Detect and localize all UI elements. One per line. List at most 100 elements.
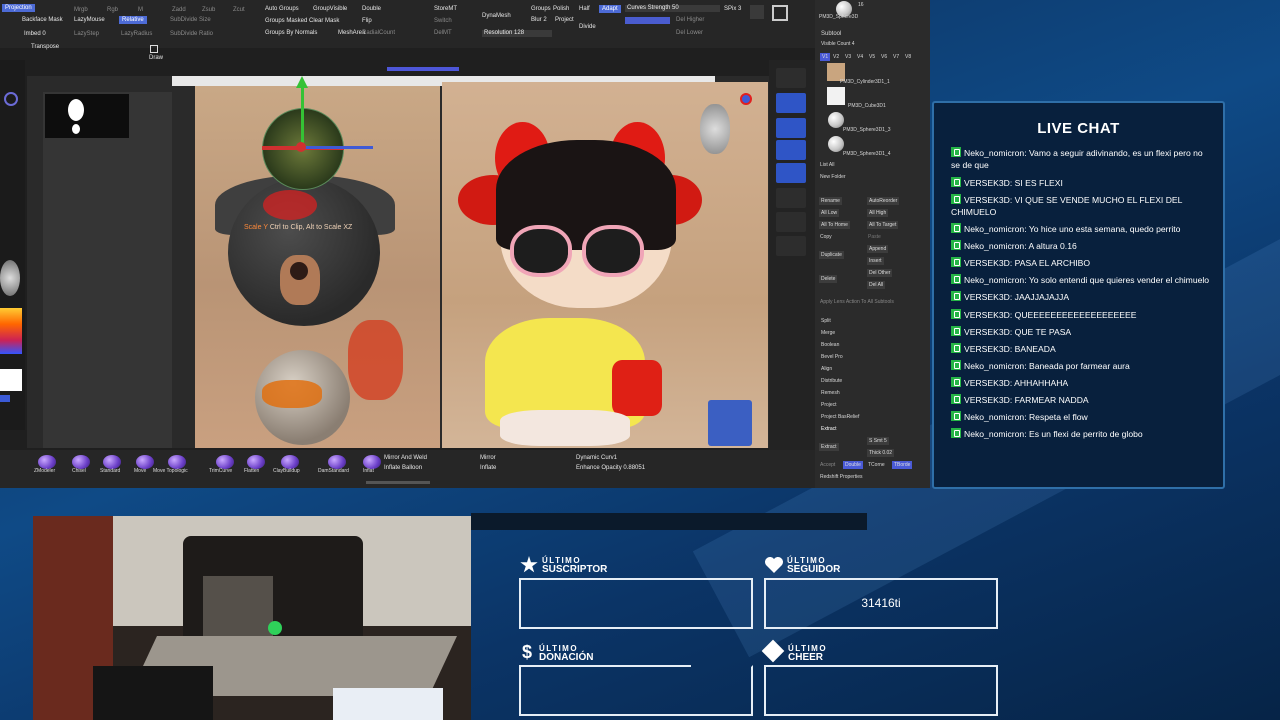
del-other-button[interactable]: Del Other	[867, 269, 893, 277]
section-merge[interactable]: Merge	[821, 330, 835, 336]
toolbar-polish[interactable]: Polish	[553, 6, 569, 12]
toolbar-transpose[interactable]: Transpose	[31, 44, 59, 50]
all-to-home-button[interactable]: All To Home	[819, 221, 850, 229]
toolbar-zsub[interactable]: Zsub	[202, 7, 215, 13]
toolbar-mrgb[interactable]: Mrgb	[74, 7, 88, 13]
chat-username[interactable]: VERSEK3D	[964, 310, 1010, 320]
rename-button[interactable]: Rename	[819, 197, 842, 205]
new-folder-button[interactable]: New Folder	[820, 174, 846, 180]
view-axis-gizmo-icon[interactable]	[740, 93, 752, 105]
move-view-icon[interactable]	[776, 93, 806, 113]
subtool-item-sphere-3[interactable]: PM3D_Sphere3D1_3	[843, 127, 891, 133]
toolbar-backface-mask[interactable]: Backface Mask	[22, 17, 63, 23]
enhance-opacity-slider[interactable]: Enhance Opacity 0.88051	[576, 465, 645, 471]
gizmo-green-axis[interactable]	[301, 80, 304, 150]
redshift-properties[interactable]: Redshift Properties	[820, 474, 863, 480]
chat-username[interactable]: VERSEK3D	[964, 258, 1010, 268]
brush-zmodeler-label[interactable]: ZModeler	[34, 468, 55, 474]
brush-trimcurve-icon[interactable]	[216, 455, 234, 469]
section-boolean[interactable]: Boolean	[821, 342, 839, 348]
brush-move-topologic-label[interactable]: Move Topologic	[153, 468, 188, 474]
brush-chisel-label[interactable]: Chisel	[72, 468, 86, 474]
toolbar-flip[interactable]: Flip	[362, 18, 372, 24]
rotate-view-icon[interactable]	[776, 163, 806, 183]
toolbar-groups-by-normals[interactable]: Groups By Normals	[265, 30, 317, 36]
brush-inflat-label[interactable]: Inflat	[363, 468, 374, 474]
toolbar-spix[interactable]: SPix 3	[724, 6, 741, 12]
material-preview[interactable]	[0, 260, 20, 296]
version-tab-v1[interactable]: V1	[820, 53, 831, 61]
brush-move-label[interactable]: Move	[134, 468, 146, 474]
toolbar-zcut[interactable]: Zcut	[233, 7, 245, 13]
version-tab-v6[interactable]: V6	[881, 54, 887, 60]
brush-flatten-icon[interactable]	[247, 455, 265, 469]
chat-username[interactable]: Neko_nomicron	[964, 148, 1024, 158]
toolbar-blur[interactable]: Blur 2	[531, 17, 547, 23]
brush-claybuildup-label[interactable]: ClayBuildup	[273, 468, 300, 474]
subtool-thumb-sphere-3[interactable]	[828, 112, 844, 128]
toolbar-adapt[interactable]: Adapt	[599, 5, 621, 13]
toolbar-half[interactable]: Half	[579, 6, 590, 12]
all-high-button[interactable]: All High	[867, 209, 889, 217]
version-tab-v4[interactable]: V4	[857, 54, 863, 60]
toolbar-radialcount[interactable]: RadialCount	[362, 30, 395, 36]
s-smt-slider[interactable]: S Smt 5	[867, 437, 889, 445]
chat-username[interactable]: VERSEK3D	[964, 195, 1010, 205]
toolbar-dynamesh[interactable]: DynaMesh	[482, 13, 511, 19]
toolbar-relative[interactable]: Relative	[119, 16, 147, 24]
toolbar-del-lower[interactable]: Del Lower	[676, 30, 703, 36]
chat-username[interactable]: VERSEK3D	[964, 292, 1010, 302]
mirror-button[interactable]: Mirror	[480, 455, 496, 461]
tcorne-toggle[interactable]: TCorne	[868, 462, 885, 468]
brush-trimcurve-label[interactable]: TrimCurve	[209, 468, 232, 474]
chat-username[interactable]: Neko_nomicron	[964, 275, 1024, 285]
brush-move-topologic-icon[interactable]	[168, 455, 186, 469]
subtool-title[interactable]: Subtool	[821, 31, 841, 37]
toolbar-lazystep[interactable]: LazyStep	[74, 31, 99, 37]
transp-icon[interactable]	[776, 188, 806, 208]
chat-username[interactable]: VERSEK3D	[964, 327, 1010, 337]
dynamic-icon[interactable]	[776, 140, 806, 160]
section-remesh[interactable]: Remesh	[821, 390, 840, 396]
solo-icon[interactable]	[776, 236, 806, 256]
toolbar-m[interactable]: M	[138, 7, 143, 13]
toolbar-resolution-slider[interactable]: Resolution 128	[482, 30, 552, 37]
section-project[interactable]: Project	[821, 402, 837, 408]
edit-tool-icon[interactable]	[776, 68, 806, 88]
toolbar-imbed[interactable]: Imbed 0	[24, 31, 46, 37]
all-to-target-button[interactable]: All To Target	[867, 221, 899, 229]
toolbar-divide[interactable]: Divide	[579, 24, 596, 30]
extract-button[interactable]: Extract	[819, 443, 839, 451]
append-button[interactable]: Append	[867, 245, 889, 253]
chat-username[interactable]: Neko_nomicron	[964, 361, 1024, 371]
toolbar-switch[interactable]: Switch	[434, 18, 452, 24]
toolbar-lazymouse[interactable]: LazyMouse	[74, 17, 105, 23]
brush-damstandard-label[interactable]: DamStandard	[318, 468, 349, 474]
toolbar-subdivide-ratio[interactable]: SubDivide Ratio	[170, 31, 213, 37]
chat-username[interactable]: VERSEK3D	[964, 344, 1010, 354]
chat-username[interactable]: VERSEK3D	[964, 378, 1010, 388]
toolbar-groups[interactable]: Groups	[531, 6, 551, 12]
toolbar-del-higher[interactable]: Del Higher	[676, 17, 704, 23]
del-all-button[interactable]: Del All	[867, 281, 886, 289]
brush-move-icon[interactable]	[136, 455, 154, 469]
autoreorder-button[interactable]: AutoReorder	[867, 197, 900, 205]
inflate-slider[interactable]: Inflate	[480, 465, 496, 471]
insert-button[interactable]: Insert	[867, 257, 884, 265]
material-sphere-icon[interactable]	[4, 92, 18, 106]
list-all-button[interactable]: List All	[820, 162, 834, 168]
zoom-view-icon[interactable]	[776, 118, 806, 138]
version-tab-v8[interactable]: V8	[905, 54, 911, 60]
version-tab-v2[interactable]: V2	[833, 54, 839, 60]
chat-username[interactable]: Neko_nomicron	[964, 224, 1024, 234]
apply-lens-action[interactable]: Apply Lens Action To All Subtools	[820, 299, 894, 305]
tborde-toggle[interactable]: TBorde	[892, 461, 913, 469]
toolbar-group-visible[interactable]: GroupVisible	[313, 6, 347, 12]
brush-standard-label[interactable]: Standard	[100, 468, 120, 474]
navigator-thumbnail[interactable]	[45, 94, 129, 138]
brush-zmodeler-icon[interactable]	[38, 455, 56, 469]
canvas-scroll-indicator[interactable]	[387, 67, 459, 71]
version-tab-v3[interactable]: V3	[845, 54, 851, 60]
toolbar-groups-masked[interactable]: Groups Masked Clear Mask	[265, 18, 339, 24]
duplicate-button[interactable]: Duplicate	[819, 251, 844, 259]
